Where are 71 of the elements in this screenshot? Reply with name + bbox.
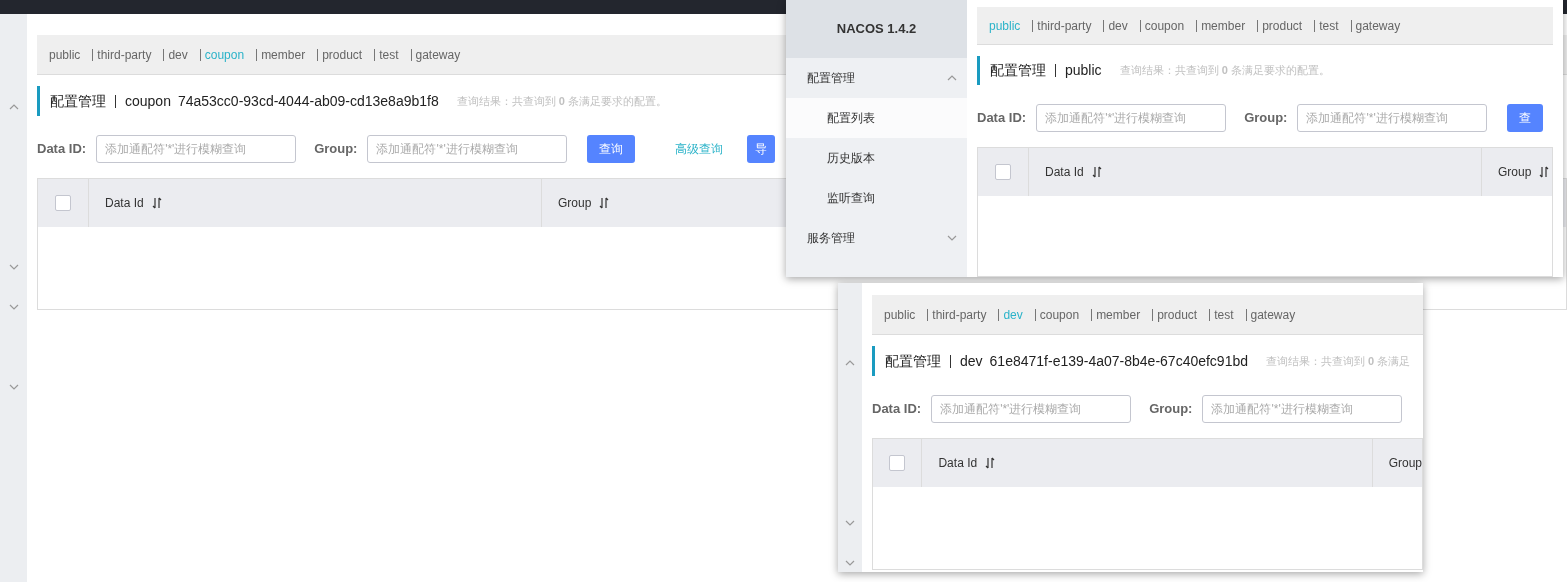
action-button[interactable]: 查询 xyxy=(587,135,636,163)
namespace-tab[interactable]: member xyxy=(1201,16,1246,35)
sort-icon[interactable] xyxy=(1539,166,1550,178)
namespace-tab[interactable]: gateway xyxy=(1355,16,1401,35)
namespace-tab[interactable]: public xyxy=(49,45,81,64)
page-title: 配置管理 xyxy=(885,351,941,371)
column-header[interactable]: Data Id xyxy=(938,454,978,472)
namespace-name: dev xyxy=(960,351,983,371)
filter-label: Data ID: xyxy=(872,400,922,419)
filter-label: Group: xyxy=(314,140,358,159)
filter-label: Data ID: xyxy=(977,109,1027,128)
chevron-down-icon[interactable] xyxy=(8,264,19,270)
namespace-tab[interactable]: member xyxy=(1096,305,1141,324)
sort-icon[interactable] xyxy=(599,197,610,209)
menu-item[interactable]: 服务管理 xyxy=(786,218,967,258)
caret-icon[interactable] xyxy=(947,75,957,81)
namespace-name: coupon xyxy=(125,91,171,111)
chevron-down-icon[interactable] xyxy=(8,384,19,390)
column-header[interactable]: Group xyxy=(558,194,592,212)
filter-label: Group: xyxy=(1244,109,1288,128)
action-button[interactable]: 查 xyxy=(1507,104,1544,132)
sort-icon[interactable] xyxy=(151,197,162,209)
filter-label: Group: xyxy=(1149,400,1193,419)
search-field[interactable]: 添加通配符'*'进行模糊查询 xyxy=(931,395,1132,423)
select-all-checkbox[interactable] xyxy=(889,455,906,471)
menu-item[interactable]: 配置管理 xyxy=(786,58,967,98)
app-logo-text: NACOS 1.4.2 xyxy=(836,20,917,39)
select-all-checkbox[interactable] xyxy=(55,195,71,211)
namespace-tab[interactable]: public xyxy=(884,305,916,324)
namespace-name: public xyxy=(1065,61,1102,81)
namespace-id: 74a53cc0-93cd-4044-ab09-cd13e8a9b1f8 xyxy=(177,91,439,111)
chevron-up-icon[interactable] xyxy=(8,104,19,110)
namespace-tab[interactable]: gateway xyxy=(1250,305,1296,324)
namespace-tab[interactable]: dev xyxy=(1108,16,1128,35)
namespace-tab[interactable]: test xyxy=(1214,305,1234,324)
caret-icon[interactable] xyxy=(947,235,957,241)
search-field[interactable]: 添加通配符'*'进行模糊查询 xyxy=(1036,104,1227,132)
chevron-up-icon[interactable] xyxy=(845,360,855,366)
namespace-tab[interactable]: coupon xyxy=(1144,16,1185,35)
column-header[interactable]: Data Id xyxy=(1045,163,1084,181)
namespace-tab[interactable]: product xyxy=(1262,16,1303,35)
column-header[interactable]: Group xyxy=(1498,163,1532,181)
filter-label: Data ID: xyxy=(37,140,87,159)
page-title: 配置管理 xyxy=(990,61,1046,81)
namespace-id: 61e8471f-e139-4a07-8b4e-67c40efc91bd xyxy=(989,351,1249,371)
select-all-checkbox[interactable] xyxy=(995,164,1011,180)
column-header[interactable]: Data Id xyxy=(105,194,144,212)
namespace-tab[interactable]: gateway xyxy=(415,45,461,64)
search-field[interactable]: 添加通配符'*'进行模糊查询 xyxy=(1202,395,1403,423)
namespace-tab[interactable]: third-party xyxy=(932,305,987,324)
namespace-tab[interactable]: test xyxy=(1319,16,1339,35)
search-field[interactable]: 添加通配符'*'进行模糊查询 xyxy=(367,135,568,163)
namespace-tab[interactable]: product xyxy=(322,45,363,64)
namespace-tab[interactable]: coupon xyxy=(1039,305,1080,324)
search-field[interactable]: 添加通配符'*'进行模糊查询 xyxy=(96,135,297,163)
namespace-tab[interactable]: third-party xyxy=(97,45,152,64)
action-button[interactable]: 导 xyxy=(747,135,776,163)
submenu-item[interactable]: 配置列表 xyxy=(786,98,967,138)
search-field[interactable]: 添加通配符'*'进行模糊查询 xyxy=(1297,104,1488,132)
namespace-tab[interactable]: product xyxy=(1157,305,1198,324)
column-header[interactable]: Group xyxy=(1388,454,1422,472)
sort-icon[interactable] xyxy=(985,457,996,469)
namespace-tab[interactable]: member xyxy=(261,45,306,64)
namespace-tab[interactable]: dev xyxy=(168,45,188,64)
namespace-tab[interactable]: third-party xyxy=(1037,16,1092,35)
namespace-tab[interactable]: test xyxy=(379,45,399,64)
page-title: 配置管理 xyxy=(50,91,106,111)
chevron-down-icon[interactable] xyxy=(845,560,855,566)
chevron-down-icon[interactable] xyxy=(8,304,19,310)
chevron-down-icon[interactable] xyxy=(845,520,855,526)
sort-icon[interactable] xyxy=(1091,166,1102,178)
